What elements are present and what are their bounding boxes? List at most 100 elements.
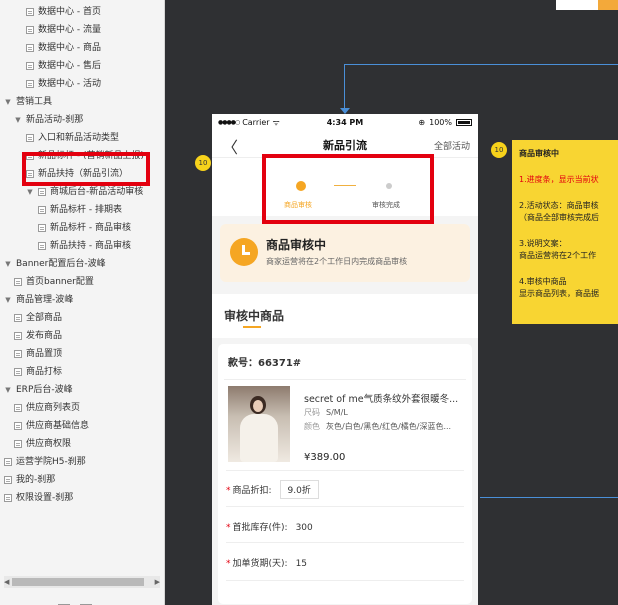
note-line: 3.说明文案： <box>519 239 567 248</box>
tree-page[interactable]: 运营学院H5-刹那 <box>4 453 86 471</box>
tree-item-label: 运营学院H5-刹那 <box>16 457 86 467</box>
note-line: （商品全部审核完成后 <box>519 213 599 222</box>
tree-page[interactable]: 新品标杆 - 排期表 <box>38 201 122 219</box>
note-line: 商品运营将在2个工作 <box>519 251 597 260</box>
page-icon <box>14 314 22 322</box>
tree-item-label: 供应商列表页 <box>26 403 81 413</box>
tree-page[interactable]: 数据中心 - 售后 <box>26 57 101 75</box>
page-icon <box>4 494 12 502</box>
scroll-right-icon[interactable]: ▶ <box>155 576 160 588</box>
tree-folder[interactable]: ▼ ERP后台-波峰 <box>4 381 73 399</box>
page-icon <box>26 80 34 88</box>
page-icon <box>26 26 34 34</box>
tree-item-label: 权限设置-刹那 <box>16 493 74 503</box>
tree-folder[interactable]: ▼ 商品管理-波峰 <box>4 291 73 309</box>
tree-page[interactable]: 商品打标 <box>14 363 62 381</box>
page-icon <box>14 368 22 376</box>
tree-item-label: 数据中心 - 售后 <box>38 61 101 71</box>
banner-title: 商品审核中 <box>266 238 327 252</box>
note-line: 1.进度条，显示当前状 <box>519 175 599 184</box>
banner-subtitle: 商家运营将在2个工作日内完成商品审核 <box>266 257 408 266</box>
tree-item-label: 数据中心 - 流量 <box>38 25 101 35</box>
tree-page[interactable]: 数据中心 - 流量 <box>26 21 101 39</box>
discount-row: * 商品折扣: 9.0折 <box>226 480 319 499</box>
tree-item-label: 供应商基础信息 <box>26 421 90 431</box>
page-icon <box>38 188 46 196</box>
tree-item-label: 数据中心 - 商品 <box>38 43 101 53</box>
tree-item-label: 入口和新品活动类型 <box>38 133 120 143</box>
product-card[interactable]: 款号：66371# secret of me气质条纹外套很暖冬... 尺码 S/M… <box>218 344 472 604</box>
tree-footer-controls[interactable] <box>58 598 106 605</box>
page-icon <box>14 278 22 286</box>
divider <box>226 580 464 581</box>
size-row: 尺码 S/M/L <box>304 407 348 418</box>
divider <box>226 470 464 471</box>
discount-field[interactable]: 9.0折 <box>279 480 319 499</box>
annotation-note: 商品审核中 1.进度条，显示当前状 2.活动状态：商品审核 （商品全部审核完成后 3.说… <box>512 140 618 324</box>
steps-highlight-box <box>262 154 434 224</box>
offscreen-widget <box>556 0 618 10</box>
page-icon <box>14 350 22 358</box>
tree-page[interactable]: 首页banner配置 <box>14 273 94 291</box>
tree-item-label: 我的-刹那 <box>16 475 56 485</box>
divider <box>224 379 466 380</box>
section-title: 审核中商品 <box>224 309 285 323</box>
tree-page[interactable]: 发布商品 <box>14 327 62 345</box>
scrollbar-thumb[interactable] <box>12 578 144 586</box>
tree-page[interactable]: 供应商列表页 <box>14 399 80 417</box>
battery-icon <box>456 119 472 126</box>
product-image <box>228 386 290 462</box>
lead-time-value[interactable]: 15 <box>296 559 307 569</box>
lead-time-row: * 加单货期(天): 15 <box>226 559 308 569</box>
tree-folder[interactable]: ▼ 营销工具 <box>4 93 52 111</box>
tree-folder[interactable]: ▼ Banner配置后台-波峰 <box>4 255 105 273</box>
annotation-badge: 10 <box>491 142 507 158</box>
expand-arrow-icon[interactable]: ▼ <box>4 291 12 309</box>
expand-arrow-icon[interactable]: ▼ <box>4 381 12 399</box>
section-header: 审核中商品 <box>212 294 478 338</box>
stock-row: * 首批库存(件): 300 <box>226 523 313 533</box>
status-banner: 商品审核中 商家运营将在2个工作日内完成商品审核 <box>220 224 470 282</box>
product-name: secret of me气质条纹外套很暖冬... <box>304 394 459 405</box>
note-line: 商品审核中 <box>519 149 559 158</box>
tree-page[interactable]: 权限设置-刹那 <box>4 489 73 507</box>
all-activities-link[interactable]: 全部活动 <box>434 139 470 152</box>
stock-value[interactable]: 300 <box>296 523 313 533</box>
expand-arrow-icon[interactable]: ▼ <box>4 255 12 273</box>
tree-item-label: 商品打标 <box>26 367 63 377</box>
connector-line <box>480 497 618 498</box>
tree-page[interactable]: 全部商品 <box>14 309 62 327</box>
tree-item-label: 营销工具 <box>16 97 53 107</box>
tree-page[interactable]: 我的-刹那 <box>4 471 55 489</box>
tree-page[interactable]: 数据中心 - 商品 <box>26 39 101 57</box>
stock-label: 首批库存(件): <box>232 523 288 533</box>
tree-page[interactable]: 商品置顶 <box>14 345 62 363</box>
page-icon <box>14 404 22 412</box>
tree-folder[interactable]: ▼ 新品活动-刹那 <box>14 111 83 129</box>
tree-item-label: 商品管理-波峰 <box>16 295 74 305</box>
tree-page[interactable]: 供应商权限 <box>14 435 71 453</box>
page-icon <box>26 62 34 70</box>
tree-page[interactable]: 供应商基础信息 <box>14 417 89 435</box>
tree-item-label: ERP后台-波峰 <box>16 385 73 395</box>
tree-page[interactable]: 入口和新品活动类型 <box>26 129 119 147</box>
tree-page[interactable]: 数据中心 - 首页 <box>26 3 101 21</box>
page-icon <box>26 134 34 142</box>
tree-item-label: 数据中心 - 活动 <box>38 79 101 89</box>
horizontal-scrollbar[interactable]: ◀ ▶ <box>4 576 160 588</box>
scroll-left-icon[interactable]: ◀ <box>4 576 9 588</box>
expand-arrow-icon[interactable]: ▼ <box>14 111 22 129</box>
tree-page[interactable]: 新品标杆 - 商品审核 <box>38 219 131 237</box>
divider <box>226 542 464 543</box>
tree-page[interactable]: 新品扶持 - 商品审核 <box>38 237 131 255</box>
connector-line <box>344 64 618 65</box>
expand-arrow-icon[interactable]: ▼ <box>4 93 12 111</box>
page-icon <box>26 8 34 16</box>
tree-highlight-box <box>22 152 150 186</box>
tree-page[interactable]: 数据中心 - 活动 <box>26 75 101 93</box>
tree-item-label: 数据中心 - 首页 <box>38 7 101 17</box>
page-icon <box>4 458 12 466</box>
tree-item-label: 新品扶持 - 商品审核 <box>50 241 131 251</box>
color-value: 灰色/白色/黑色/红色/橘色/深蓝色... <box>326 422 452 431</box>
connector-line <box>344 64 345 112</box>
